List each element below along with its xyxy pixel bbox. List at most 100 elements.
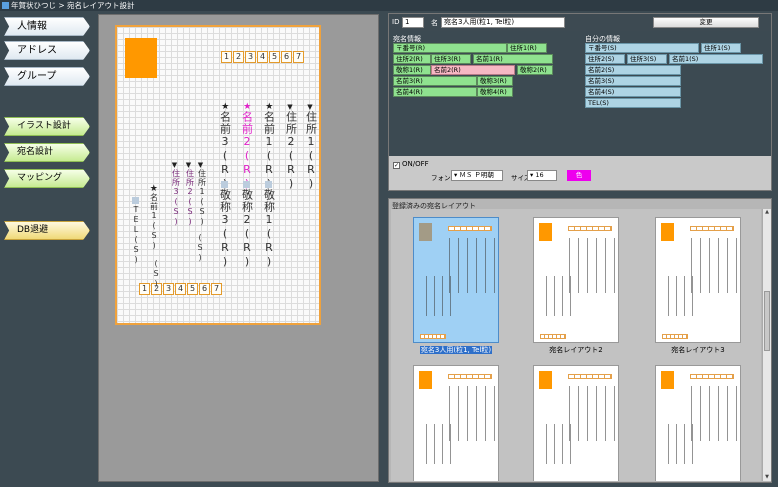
vertical-text-field[interactable]: 敬称1(R)	[263, 181, 276, 269]
sender-field-chip[interactable]: 〒番号(S)	[585, 43, 699, 53]
star-marker-icon: ★	[221, 102, 230, 112]
layout-name-input[interactable]: 宛名3人用(粒1, Tel粒)	[441, 17, 565, 28]
postal-digit-box[interactable]: 3	[245, 51, 256, 63]
onoff-checkbox[interactable]: ✓ ON/OFF	[393, 160, 429, 169]
scrollbar-thumb[interactable]	[764, 291, 770, 351]
layout-caption-text: 宛名レイアウト2	[549, 346, 603, 354]
nav-button[interactable]: 宛名設計	[4, 143, 90, 162]
postal-digit-box[interactable]: 5	[269, 51, 280, 63]
vertical-text-field[interactable]: ▼ 住所3(S)	[171, 161, 181, 227]
layout-thumbnail[interactable]	[655, 217, 741, 343]
field-palette: 宛名情報 自分の情報 〒番号(R) 住所1(R) 住所2(R) 住所3(R) 名前1(R…	[389, 31, 771, 156]
size-value: 16	[535, 171, 544, 179]
vertical-text-field[interactable]: ★ 名前3(R)	[219, 102, 232, 192]
square-marker-icon	[131, 197, 139, 204]
triangle-marker-icon: ▼	[185, 161, 192, 169]
nav-button[interactable]: アドレス	[4, 41, 90, 60]
change-button[interactable]: 変更	[653, 17, 759, 28]
triangle-marker-icon: ▼	[307, 103, 313, 111]
thumbnail-tlines2	[422, 276, 452, 316]
font-select[interactable]: ▾ ＭＳ Ｐ明朝	[451, 170, 503, 181]
recipient-field-chip[interactable]: 敬称4(R)	[477, 87, 513, 97]
postal-digit-box[interactable]: 4	[175, 283, 186, 295]
square-marker-icon	[221, 181, 229, 188]
recipient-field-chip[interactable]: 敬称3(R)	[477, 76, 513, 86]
vertical-text-field[interactable]: 敬称2(R)	[241, 181, 254, 269]
postal-digit-box[interactable]: 7	[293, 51, 304, 63]
postal-code-boxes[interactable]: 1234567	[221, 51, 305, 63]
layout-thumbnail[interactable]	[413, 217, 499, 343]
postcard-layout[interactable]: 1234567 1234567 ★ 名前3(R) ★ 名前2(R) ★ 名前1(R) ▼ 住所…	[115, 25, 321, 325]
nav-button[interactable]: 人情報	[4, 17, 90, 36]
vertical-text-field[interactable]: (S)	[195, 233, 205, 263]
postal-digit-box[interactable]: 5	[187, 283, 198, 295]
star-marker-icon: ★	[149, 184, 158, 194]
vertical-text-field[interactable]: ▼ 住所2(R)	[285, 103, 298, 191]
sender-field-chip[interactable]: TEL(S)	[585, 98, 681, 108]
postal-digit-box[interactable]: 4	[257, 51, 268, 63]
nav-button[interactable]: DB退避	[4, 221, 90, 240]
postal-digit-box[interactable]: 1	[221, 51, 232, 63]
sender-field-chip[interactable]: 住所3(S)	[627, 54, 667, 64]
vertical-text-field[interactable]: ★ 名前1(S)	[149, 184, 159, 252]
color-button[interactable]: 色	[567, 170, 591, 181]
name-label: 名	[431, 19, 438, 27]
vertical-scrollbar[interactable]: ▲ ▼	[762, 209, 771, 481]
postal-digit-box[interactable]: 7	[211, 283, 222, 295]
recipient-field-chip[interactable]: 敬称1(R)	[393, 65, 431, 75]
recipient-field-chip[interactable]: 名前4(R)	[393, 87, 477, 97]
layout-caption: 宛名レイアウト2	[521, 345, 631, 355]
layout-thumbnail[interactable]	[413, 365, 499, 481]
recipient-field-chip[interactable]: 名前2(R)	[431, 65, 515, 75]
thumbnail-tpost	[690, 374, 734, 379]
postal-digit-box[interactable]: 1	[139, 283, 150, 295]
window-title: 年賀状ひつじ > 宛名レイアウト設計	[11, 1, 135, 10]
vertical-text-field[interactable]: TEL(S)	[131, 197, 141, 265]
vertical-text-field[interactable]: ▼ 住所2(S)	[185, 161, 195, 227]
nav-button[interactable]: マッピング	[4, 169, 90, 188]
recipient-field-chip[interactable]: 住所1(R)	[507, 43, 547, 53]
nav-button[interactable]: グループ	[4, 67, 90, 86]
stamp-placeholder[interactable]	[125, 38, 157, 78]
layout-caption: 宛名3人用(粒1, Tel粒)	[401, 345, 511, 355]
recipient-field-chip[interactable]: 〒番号(R)	[393, 43, 507, 53]
recipient-field-chip[interactable]: 名前1(R)	[473, 54, 553, 64]
nav-button[interactable]: イラスト設計	[4, 117, 90, 136]
sender-field-chip[interactable]: 名前2(S)	[585, 65, 681, 75]
scroll-down-icon[interactable]: ▼	[764, 474, 770, 481]
thumbnail-tpost2	[540, 334, 566, 339]
vertical-text-field[interactable]: ★ 名前1(R)	[263, 103, 276, 192]
scroll-up-icon[interactable]: ▲	[764, 209, 770, 216]
postal-digit-box[interactable]: 6	[281, 51, 292, 63]
vertical-text-field[interactable]: ▼ 住所1(R)	[305, 103, 318, 191]
postal-digit-box[interactable]: 2	[233, 51, 244, 63]
recipient-field-chip[interactable]: 敬称2(R)	[517, 65, 553, 75]
postal-digit-box[interactable]: 3	[163, 283, 174, 295]
vertical-text: 住所3(S)	[171, 169, 181, 227]
thumbnail-tlines2	[422, 424, 452, 464]
recipient-field-chip[interactable]: 名前3(R)	[393, 76, 477, 86]
sender-field-chip[interactable]: 名前3(S)	[585, 76, 681, 86]
recipient-field-chip[interactable]: 住所2(R)	[393, 54, 431, 64]
vertical-text: 名前1(S)	[149, 193, 159, 251]
layout-thumbnail[interactable]	[533, 365, 619, 481]
vertical-text-field[interactable]: (S)	[151, 259, 161, 289]
id-field[interactable]: 1	[402, 17, 424, 28]
layout-thumbnail[interactable]	[533, 217, 619, 343]
sender-field-chip[interactable]: 住所1(S)	[701, 43, 741, 53]
layout-thumbnail[interactable]	[655, 365, 741, 481]
sender-field-chip[interactable]: 住所2(S)	[585, 54, 625, 64]
thumbnail-tpost	[690, 226, 734, 231]
vertical-text-field[interactable]: 敬称3(R)	[219, 181, 232, 269]
postal-digit-box[interactable]: 6	[199, 283, 210, 295]
sender-field-chip[interactable]: 名前1(S)	[669, 54, 763, 64]
thumbnail-tstamp	[419, 223, 432, 241]
thumbnail-tpost	[568, 374, 612, 379]
size-select[interactable]: ▾ 16	[527, 170, 557, 181]
vertical-text-field[interactable]: ★ 名前2(R)	[241, 103, 254, 192]
vertical-text-field[interactable]: ▼ 住所1(S)	[197, 161, 207, 227]
recipient-field-chip[interactable]: 住所3(R)	[431, 54, 471, 64]
vertical-text: (S)	[195, 233, 205, 263]
sender-field-chip[interactable]: 名前4(S)	[585, 87, 681, 97]
triangle-marker-icon: ▼	[287, 103, 293, 111]
